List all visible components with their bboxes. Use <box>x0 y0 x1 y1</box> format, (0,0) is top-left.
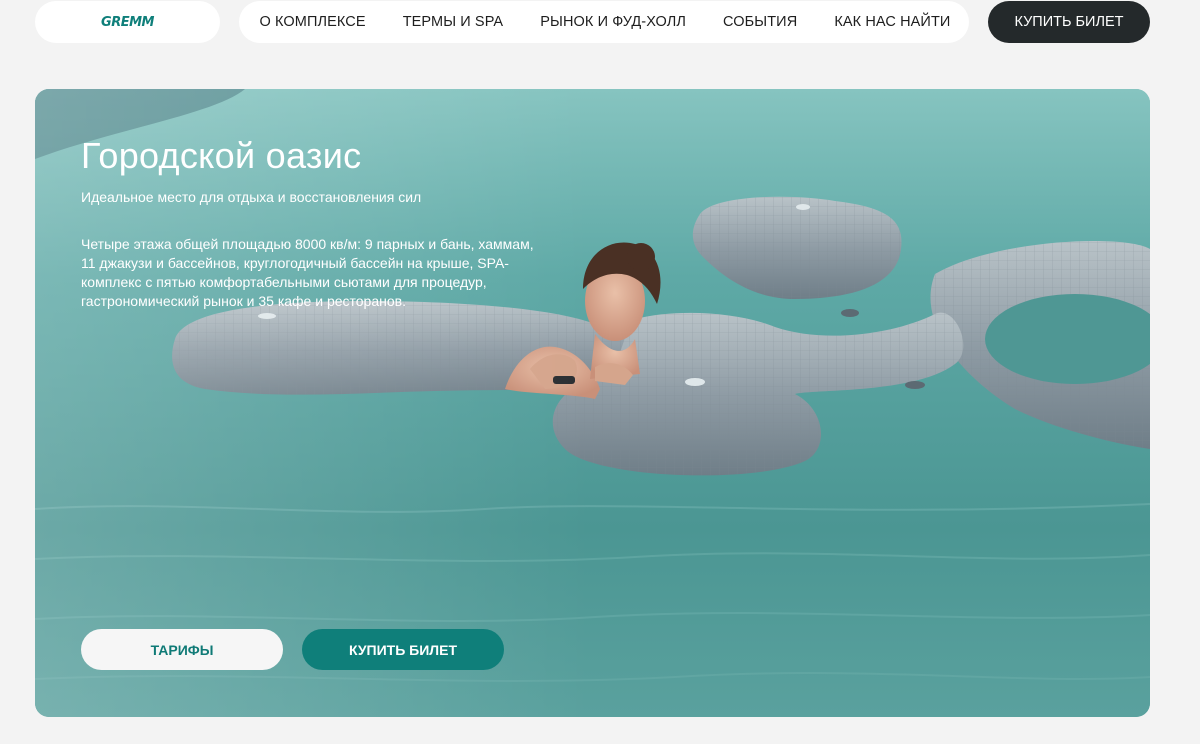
nav-item-market[interactable]: РЫНОК И ФУД-ХОЛЛ <box>540 14 686 30</box>
nav-item-events[interactable]: СОБЫТИЯ <box>723 14 797 30</box>
hero-subtitle: Идеальное место для отдыха и восстановле… <box>81 189 422 205</box>
hero-description: Четыре этажа общей площадью 8000 кв/м: 9… <box>81 236 534 309</box>
nav-item-directions[interactable]: КАК НАС НАЙТИ <box>834 14 950 30</box>
main-nav: О КОМПЛЕКСЕ ТЕРМЫ И SPA РЫНОК И ФУД-ХОЛЛ… <box>239 1 969 43</box>
logo[interactable]: GREMM <box>101 15 154 30</box>
hero-background-image <box>35 89 1150 717</box>
hero-buy-ticket-button[interactable]: КУПИТЬ БИЛЕТ <box>302 629 504 670</box>
page: GREMM О КОМПЛЕКСЕ ТЕРМЫ И SPA РЫНОК И ФУ… <box>0 0 1200 744</box>
tariffs-button[interactable]: ТАРИФЫ <box>81 629 283 670</box>
nav-item-spa[interactable]: ТЕРМЫ И SPA <box>403 14 503 30</box>
hero-banner: Городской оазис Идеальное место для отды… <box>35 89 1150 717</box>
header-buy-ticket-button[interactable]: КУПИТЬ БИЛЕТ <box>988 1 1150 43</box>
hero-title: Городской оазис <box>81 135 362 176</box>
nav-item-about[interactable]: О КОМПЛЕКСЕ <box>260 14 366 30</box>
logo-container[interactable]: GREMM <box>35 1 220 43</box>
